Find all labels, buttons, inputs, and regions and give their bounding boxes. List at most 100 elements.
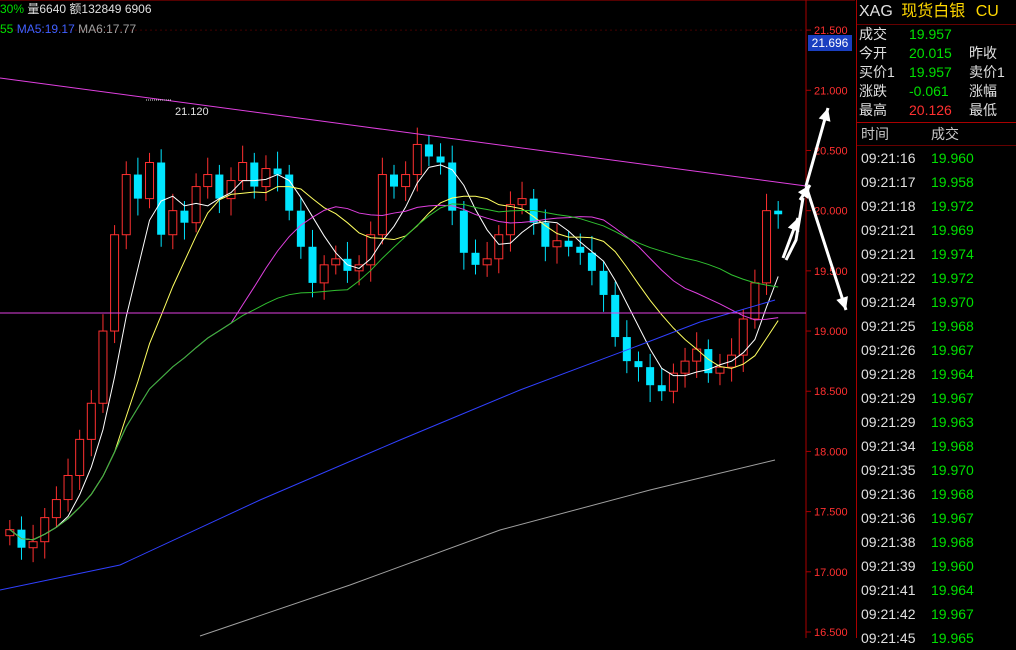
quote-label: 最高 [859, 102, 887, 118]
tick-time: 09:21:45 [861, 630, 916, 646]
tick-price: 19.965 [931, 630, 974, 646]
candle-body-down [157, 162, 166, 235]
tick-row: 09:21:36 19.968 [857, 482, 1016, 506]
tick-row: 09:21:41 19.964 [857, 578, 1016, 602]
tick-time: 09:21:36 [861, 510, 916, 526]
tick-row: 09:21:26 19.967 [857, 338, 1016, 362]
y-tick-label: 17.500 [814, 507, 848, 519]
tick-time: 09:21:39 [861, 558, 916, 574]
tick-time: 09:21:16 [861, 150, 916, 166]
candle-body-up [51, 499, 61, 519]
candle-body-up [494, 234, 504, 260]
quote-label-2: 卖价1 [969, 64, 1005, 80]
candle-body-down [646, 367, 655, 386]
tick-time: 09:21:29 [861, 390, 916, 406]
y-tick-label: 18.500 [814, 386, 848, 398]
candle-body-up [331, 258, 341, 266]
candle-body-up [203, 174, 213, 188]
tick-time: 09:21:25 [861, 318, 916, 334]
amount-text: 额132849 [69, 2, 122, 16]
candle-body-up [377, 174, 387, 236]
quote-row: 涨跌 -0.061 涨幅 [857, 82, 1016, 101]
quote-label-2: 最低 [969, 102, 997, 118]
ma-prefix: 55 [0, 22, 14, 36]
tick-price: 19.970 [931, 462, 974, 478]
quote-value: 19.957 [909, 64, 952, 80]
ma6-text: MA6:17.77 [78, 22, 137, 36]
tick-row: 09:21:24 19.970 [857, 290, 1016, 314]
ma5-text: MA5:19.17 [16, 22, 75, 36]
y-tick-label: 21.000 [814, 85, 848, 97]
candle-body-down [180, 210, 189, 223]
y-tick-label: 16.500 [814, 627, 848, 638]
y-tick-label: 20.000 [814, 206, 848, 218]
quote-row: 最高 20.126 最低 [857, 101, 1016, 120]
candle-body-up [482, 258, 492, 266]
quote-row: 买价1 19.957 卖价1 [857, 63, 1016, 82]
candle-body-up [401, 174, 411, 188]
ticks-list[interactable]: 09:21:16 19.960 09:21:17 19.958 09:21:18 19.9… [857, 146, 1016, 650]
candle-body-up [319, 264, 329, 284]
tick-price: 19.967 [931, 606, 974, 622]
tick-price: 19.964 [931, 366, 974, 382]
candle-body-down [576, 246, 585, 253]
tick-row: 09:21:25 19.968 [857, 314, 1016, 338]
candle-body-down [459, 210, 468, 253]
ticks-header: 时间 成交 [857, 122, 1016, 146]
arrow-down-long-head [836, 296, 848, 310]
y-tick-label: 18.000 [814, 446, 848, 458]
tick-time: 09:21:41 [861, 582, 916, 598]
tick-time: 09:21:38 [861, 534, 916, 550]
tick-row: 09:21:29 19.963 [857, 410, 1016, 434]
symbol: XAG [859, 3, 893, 20]
ma-line-grey [199, 459, 776, 637]
tick-price: 19.958 [931, 174, 974, 190]
quote-label-2: 涨幅 [969, 83, 997, 99]
chart-panel[interactable]: 21.500 21.000 20.500 20.000 19.500 19.000 18.5… [0, 0, 855, 638]
candle-body-up [168, 210, 178, 236]
ma-line-blue [0, 299, 776, 591]
tick-price: 19.972 [931, 270, 974, 286]
quote-label-2: 昨收 [969, 45, 997, 61]
candle-body-down [587, 252, 596, 271]
tick-price: 19.968 [931, 486, 974, 502]
tick-price: 19.970 [931, 294, 974, 310]
instrument-name: 现货白银 [901, 3, 966, 20]
tick-price: 19.963 [931, 414, 974, 430]
quote-label: 买价1 [859, 64, 895, 80]
candle-body-down [296, 210, 305, 247]
candle-body-up [680, 360, 690, 374]
tick-row: 09:21:42 19.967 [857, 602, 1016, 626]
candle-body-down [215, 174, 224, 199]
pct-text: 30% [0, 2, 25, 16]
instrument-suffix: CU [975, 3, 999, 20]
quote-label: 涨跌 [859, 83, 887, 99]
candle-body-up [75, 438, 85, 476]
candle-body-up [121, 174, 131, 236]
tick-price: 19.960 [931, 558, 974, 574]
candle-body-down [436, 156, 445, 163]
candle-body-up [191, 186, 201, 224]
tick-row: 09:21:39 19.960 [857, 554, 1016, 578]
candle-body-up [86, 402, 96, 440]
ma-bar: 55 MA5:19.17 MA6:17.77 [0, 20, 136, 38]
candle-body-down [774, 210, 783, 215]
candle-body-down [599, 270, 608, 295]
candlestick-chart[interactable]: 21.50021.00020.50020.00019.50019.00018.5… [0, 0, 855, 638]
candle-body-down [250, 162, 259, 187]
tick-row: 09:21:18 19.972 [857, 194, 1016, 218]
quote-row: 成交 19.957 [857, 25, 1016, 44]
candle-body-down [285, 174, 294, 211]
candle-body-down [424, 144, 433, 157]
tick-time: 09:21:29 [861, 414, 916, 430]
tick-row: 09:21:28 19.964 [857, 362, 1016, 386]
candle-body-up [40, 517, 50, 543]
tick-time: 09:21:28 [861, 366, 916, 382]
tick-row: 09:21:35 19.970 [857, 458, 1016, 482]
candle-body-up [63, 474, 73, 501]
tick-time: 09:21:26 [861, 342, 916, 358]
tick-row: 09:21:36 19.967 [857, 506, 1016, 530]
tick-price: 19.967 [931, 390, 974, 406]
tick-price: 19.964 [931, 582, 974, 598]
quote-title: XAG 现货白银 CU [857, 0, 1016, 25]
